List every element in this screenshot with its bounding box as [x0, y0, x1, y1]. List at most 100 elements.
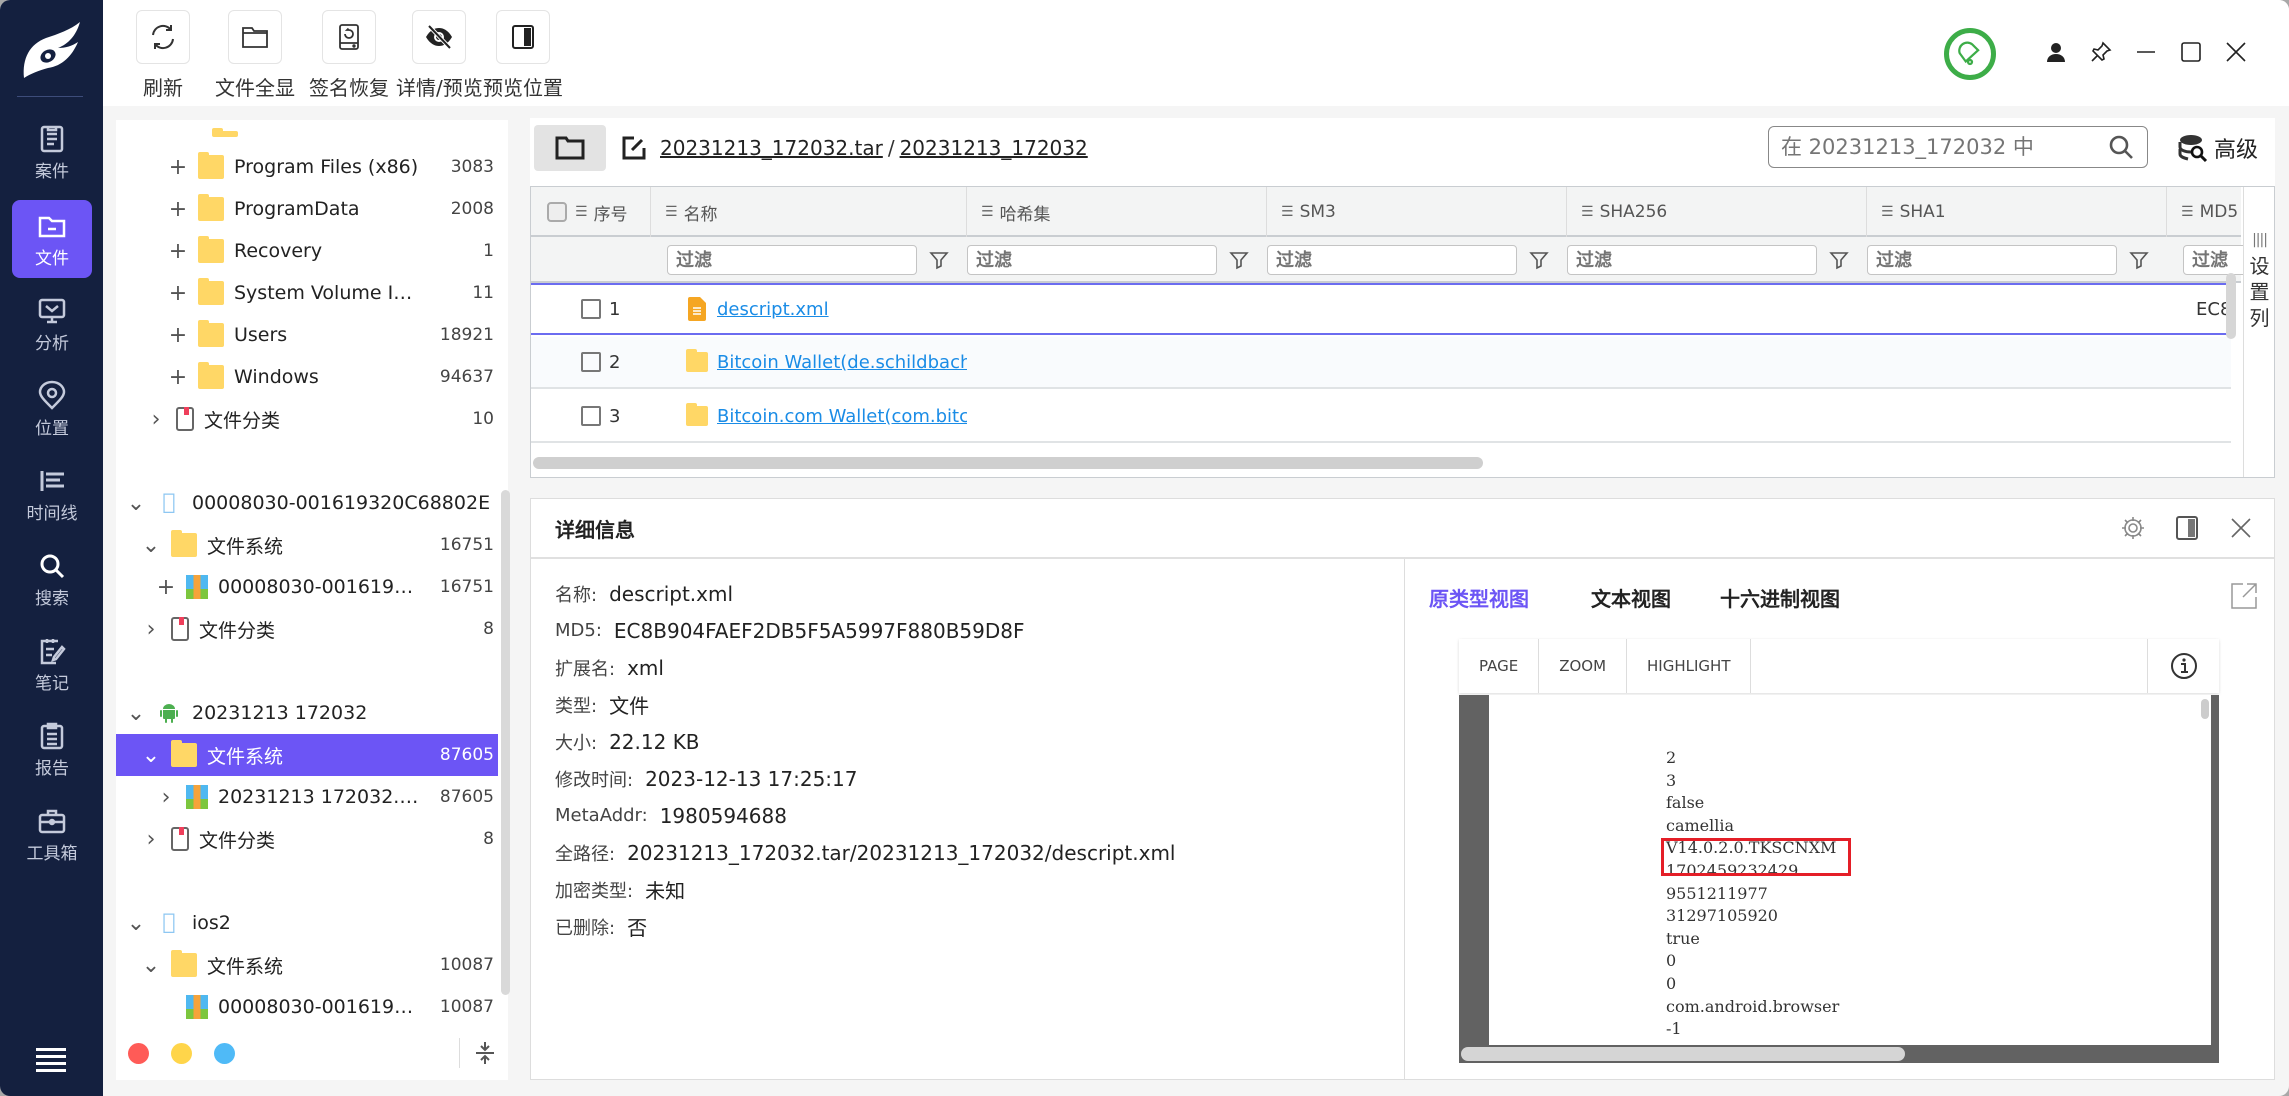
file-name-link[interactable]: Bitcoin.com Wallet(com.bitc — [717, 406, 967, 427]
tree-scrollbar[interactable] — [501, 490, 510, 995]
folder-view-button[interactable] — [534, 125, 606, 171]
page-button[interactable]: PAGE — [1459, 639, 1540, 693]
column-hashset[interactable]: ☰ 哈希集 — [967, 187, 1267, 237]
search-box[interactable] — [1768, 126, 2148, 168]
collapse-all-icon[interactable] — [474, 1040, 496, 1066]
row-checkbox[interactable] — [581, 299, 601, 319]
row-checkbox[interactable] — [581, 406, 601, 426]
yellow-tag-filter[interactable] — [171, 1042, 192, 1064]
filter-input-name[interactable] — [667, 245, 917, 275]
filter-icon[interactable] — [929, 250, 949, 270]
column-sm3[interactable]: ☰ SM3 — [1267, 187, 1567, 237]
tree-row[interactable]: + Windows 94637 — [116, 356, 498, 398]
tree-row[interactable]: › 20231213 172032.tar 87605 — [116, 776, 498, 818]
expand-icon[interactable]: + — [168, 365, 188, 390]
table-row[interactable]: 3 Bitcoin.com Wallet(com.bitc — [531, 391, 2231, 443]
chevron-right-icon[interactable]: › — [146, 407, 166, 432]
column-md5[interactable]: ☰ MD5 — [2167, 187, 2247, 237]
maximize-button[interactable] — [2175, 36, 2207, 68]
breadcrumb-folder[interactable]: 20231213_172032 — [900, 136, 1088, 160]
column-settings-button[interactable]: |||| 设 置 列 — [2243, 187, 2274, 477]
notification-button[interactable] — [1944, 28, 1996, 80]
tree-row[interactable]: + System Volume Info... 11 — [116, 272, 498, 314]
tab-native-view[interactable]: 原类型视图 — [1429, 583, 1529, 612]
expand-icon[interactable]: + — [168, 281, 188, 306]
tree-row[interactable]: ⌄ 文件系统 16751 — [116, 524, 498, 566]
nav-item-timeline[interactable]: 时间线 — [12, 455, 92, 533]
filter-input-md5[interactable] — [2183, 245, 2243, 275]
search-icon[interactable] — [2107, 133, 2135, 161]
edit-path-icon[interactable] — [620, 134, 648, 162]
info-button[interactable] — [2147, 639, 2219, 693]
pin-button[interactable] — [2085, 36, 2117, 68]
tree-row[interactable]: › 文件分类 10 — [116, 398, 498, 440]
tree-row[interactable]: › 文件分类 8 — [116, 818, 498, 860]
search-input[interactable] — [1781, 135, 2107, 159]
tree-row[interactable]: + 00008030-00161932... 16751 — [116, 566, 498, 608]
tree-row[interactable]: › 文件分类 8 — [116, 608, 498, 650]
table-row[interactable]: 2 Bitcoin Wallet(de.schildbach — [531, 337, 2231, 389]
close-button[interactable] — [2220, 36, 2252, 68]
file-name-link[interactable]: descript.xml — [717, 299, 967, 320]
grid-vertical-scrollbar[interactable] — [2226, 273, 2236, 339]
viewer-horizontal-scrollbar[interactable] — [1461, 1047, 1905, 1061]
tree-row[interactable]: + ProgramData 2008 — [116, 188, 498, 230]
nav-item-notes[interactable]: 笔记 — [12, 625, 92, 703]
detail-preview-button[interactable]: 详情/预览 — [396, 10, 483, 101]
tree-row-partial[interactable] — [116, 120, 498, 146]
nav-item-search[interactable]: 搜索 — [12, 540, 92, 618]
tree-row[interactable]: ⌄ 文件系统 10087 — [116, 944, 498, 986]
zoom-button[interactable]: ZOOM — [1539, 639, 1628, 693]
advanced-search-button[interactable]: 高级 — [2178, 132, 2258, 164]
tab-hex-view[interactable]: 十六进制视图 — [1720, 583, 1840, 612]
tree-row-device[interactable]: ⌄ 20231213 172032 — [116, 692, 498, 734]
highlight-button[interactable]: HIGHLIGHT — [1627, 639, 1752, 693]
signature-recovery-button[interactable]: 签名恢复 — [309, 10, 389, 101]
chevron-down-icon[interactable]: ⌄ — [141, 743, 161, 768]
chevron-down-icon[interactable]: ⌄ — [126, 911, 146, 936]
column-name[interactable]: ☰ 名称 — [651, 187, 967, 237]
red-tag-filter[interactable] — [128, 1042, 149, 1064]
user-button[interactable] — [2040, 36, 2072, 68]
tree-row[interactable]: + Program Files (x86) 3083 — [116, 146, 498, 188]
filter-icon[interactable] — [1529, 250, 1549, 270]
grid-horizontal-scrollbar[interactable] — [533, 457, 1483, 469]
chevron-right-icon[interactable]: › — [156, 785, 176, 810]
nav-item-toolbox[interactable]: 工具箱 — [12, 795, 92, 873]
filter-input-hashset[interactable] — [967, 245, 1217, 275]
file-name-link[interactable]: Bitcoin Wallet(de.schildbach — [717, 352, 967, 373]
filter-input-sha256[interactable] — [1567, 245, 1817, 275]
filter-icon[interactable] — [2129, 250, 2149, 270]
nav-item-location[interactable]: 位置 — [12, 370, 92, 448]
tree-row[interactable]: 00008030-00161932... 10087 — [116, 986, 498, 1028]
hamburger-menu-icon[interactable] — [36, 1048, 66, 1072]
nav-item-report[interactable]: 报告 — [12, 710, 92, 788]
column-index[interactable]: ☰ 序号 — [531, 187, 651, 237]
chevron-down-icon[interactable]: ⌄ — [141, 533, 161, 558]
tree-row[interactable]: + Users 18921 — [116, 314, 498, 356]
tree-row[interactable]: + Recovery 1 — [116, 230, 498, 272]
nav-item-analysis[interactable]: 分析 — [12, 285, 92, 363]
expand-icon[interactable]: + — [168, 239, 188, 264]
filter-input-sha1[interactable] — [1867, 245, 2117, 275]
expand-icon[interactable]: + — [168, 323, 188, 348]
tab-text-view[interactable]: 文本视图 — [1591, 583, 1671, 612]
minimize-button[interactable] — [2130, 36, 2162, 68]
column-sha256[interactable]: ☰ SHA256 — [1567, 187, 1867, 237]
row-checkbox[interactable] — [581, 352, 601, 372]
chevron-down-icon[interactable]: ⌄ — [141, 953, 161, 978]
expand-icon[interactable]: + — [168, 155, 188, 180]
filter-icon[interactable] — [1229, 250, 1249, 270]
select-all-checkbox[interactable] — [547, 202, 567, 222]
nav-item-files[interactable]: 文件 — [12, 200, 92, 278]
expand-icon[interactable]: + — [168, 197, 188, 222]
dock-panel-button[interactable] — [2172, 513, 2202, 543]
refresh-button[interactable]: 刷新 — [136, 10, 190, 101]
chevron-right-icon[interactable]: › — [141, 617, 161, 642]
expand-icon[interactable]: + — [156, 575, 176, 600]
chevron-down-icon[interactable]: ⌄ — [126, 491, 146, 516]
breadcrumb-archive[interactable]: 20231213_172032.tar — [660, 136, 883, 160]
show-all-files-button[interactable]: 文件全显 — [215, 10, 295, 101]
table-row-selected[interactable]: 1 descript.xml EC8 — [531, 283, 2231, 335]
open-external-icon[interactable] — [2229, 581, 2259, 611]
